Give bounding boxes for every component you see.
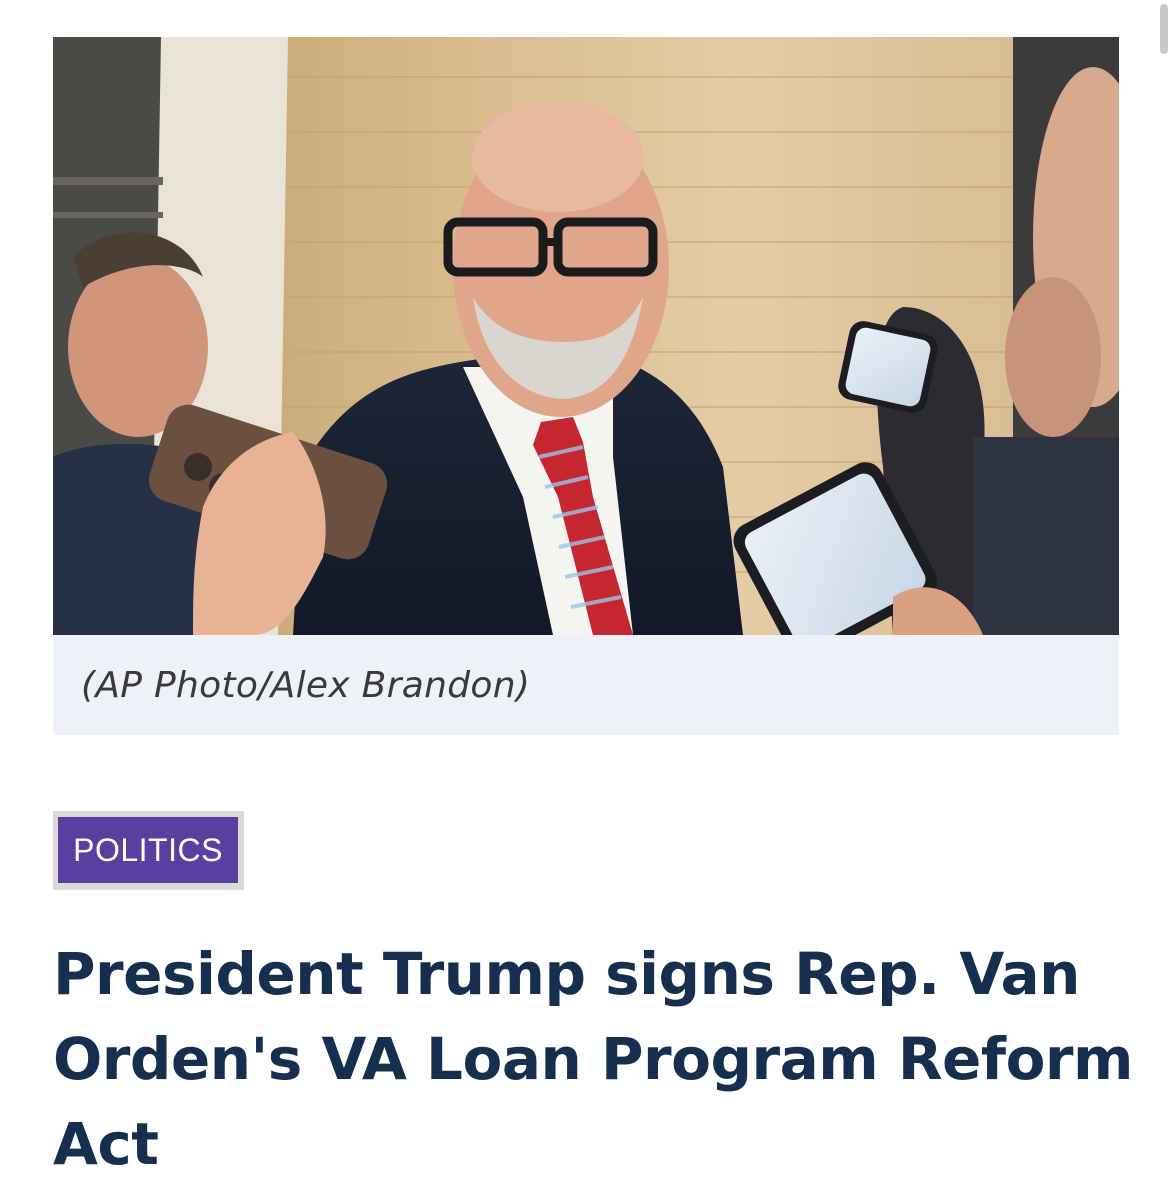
photo-caption: (AP Photo/Alex Brandon) — [81, 665, 531, 706]
scrollbar[interactable] — [1158, 0, 1172, 1200]
article-headline[interactable]: President Trump signs Rep. Van Orden's V… — [53, 932, 1133, 1187]
category-label[interactable]: POLITICS — [58, 817, 238, 883]
scrollbar-thumb[interactable] — [1160, 4, 1168, 54]
photo-caption-box: (AP Photo/Alex Brandon) — [53, 635, 1119, 735]
article-photo — [53, 37, 1119, 635]
category-tag[interactable]: POLITICS — [53, 811, 244, 890]
